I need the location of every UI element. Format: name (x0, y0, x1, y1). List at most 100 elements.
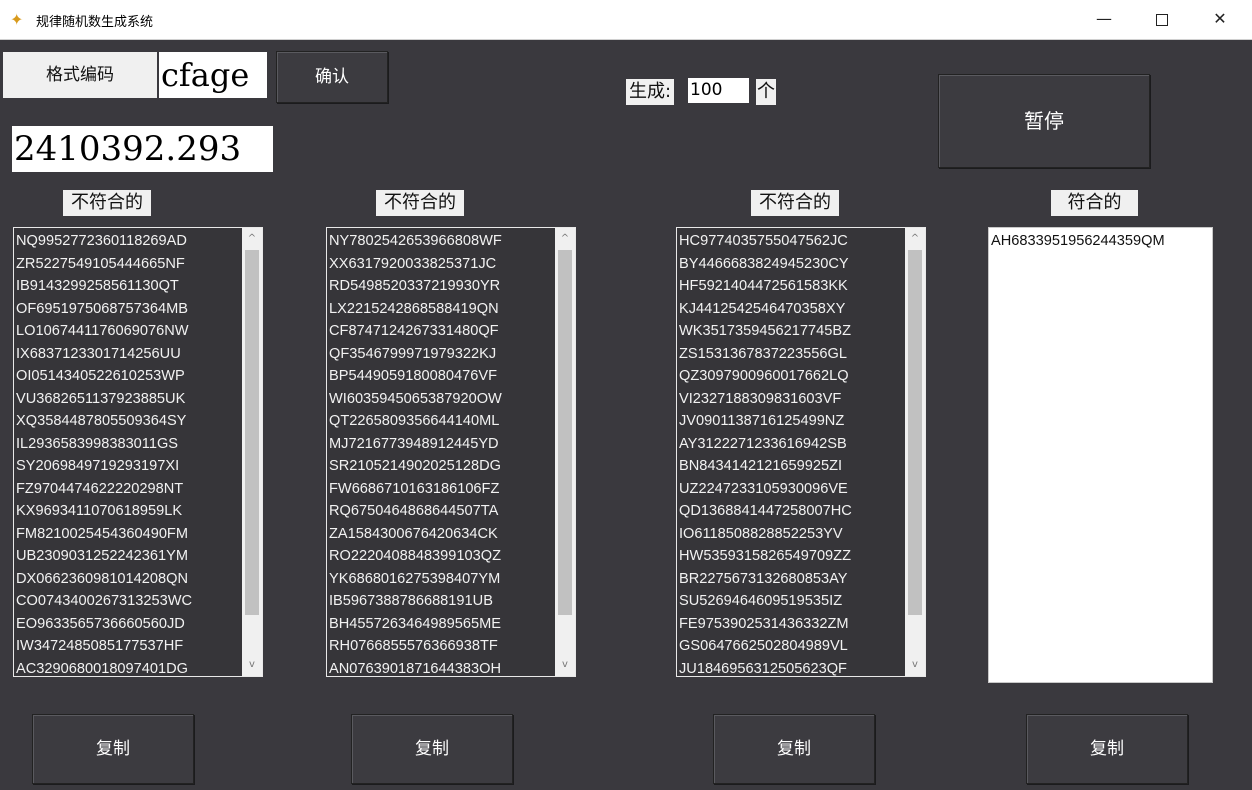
scroll-down-arrow-icon[interactable]: v (242, 656, 262, 674)
list-item[interactable]: MJ7216773948912445YD (329, 433, 555, 456)
scrollbar[interactable]: ^ v (555, 228, 575, 676)
list-item[interactable]: QF3546799971979322KJ (329, 343, 555, 366)
list-item[interactable]: GS0647662502804989VL (679, 635, 905, 658)
list-item[interactable]: SR2105214902025128DG (329, 455, 555, 478)
list-item[interactable]: FZ9704474622220298NT (16, 478, 242, 501)
list-item[interactable]: IO6118508828852253YV (679, 523, 905, 546)
generate-unit-label: 个 (756, 79, 776, 105)
list-item[interactable]: BN8434142121659925ZI (679, 455, 905, 478)
non-matching-list-1[interactable]: NQ9952772360118269AD ZR5227549105444665NF… (13, 227, 263, 677)
list-item[interactable]: WI6035945065387920OW (329, 388, 555, 411)
confirm-button[interactable]: 确认 (276, 51, 388, 103)
list-item[interactable]: FW6686710163186106FZ (329, 478, 555, 501)
list-item[interactable]: RQ6750464868644507TA (329, 500, 555, 523)
list-item[interactable]: SU5269464609519535IZ (679, 590, 905, 613)
generate-label: 生成: (626, 79, 675, 105)
scroll-down-arrow-icon[interactable]: v (555, 656, 575, 674)
non-matching-list-3[interactable]: HC9774035755047562JC BY4466683824945230CY… (676, 227, 926, 677)
list-item[interactable]: ZA1584300676420634CK (329, 523, 555, 546)
list-item[interactable]: JV0901138716125499NZ (679, 410, 905, 433)
list-item[interactable]: WK3517359456217745BZ (679, 320, 905, 343)
list-item[interactable]: BH4557263464989565ME (329, 613, 555, 636)
list-item[interactable]: QT2265809356644140ML (329, 410, 555, 433)
list-item[interactable]: HW5359315826549709ZZ (679, 545, 905, 568)
list-item[interactable]: HF5921404472561583KK (679, 275, 905, 298)
list-item[interactable]: SY2069849719293197XI (16, 455, 242, 478)
title-bar: ✦ 规律随机数生成系统 — ✕ (0, 0, 1252, 40)
list-item[interactable]: JU1846956312505623QF (679, 658, 905, 677)
list-item[interactable]: HC9774035755047562JC (679, 230, 905, 253)
list-item[interactable]: AC3290680018097401DG (16, 658, 242, 677)
maximize-button[interactable] (1133, 0, 1191, 40)
close-button[interactable]: ✕ (1191, 0, 1249, 40)
scroll-thumb[interactable] (245, 250, 259, 615)
list-item[interactable]: CF8747124267331480QF (329, 320, 555, 343)
list-item[interactable]: IX6837123301714256UU (16, 343, 242, 366)
list-item[interactable]: UZ2247233105930096VE (679, 478, 905, 501)
minimize-button[interactable]: — (1075, 0, 1133, 40)
list-item[interactable]: EO9633565736660560JD (16, 613, 242, 636)
number-display: 2410392.293 (12, 126, 273, 172)
list-item[interactable]: VI2327188309831603VF (679, 388, 905, 411)
copy-button-1[interactable]: 复制 (32, 714, 194, 784)
list-item[interactable]: RH0766855576366938TF (329, 635, 555, 658)
list-item[interactable]: RO2220408848399103QZ (329, 545, 555, 568)
list-item[interactable]: IB9143299258561130QT (16, 275, 242, 298)
non-matching-list-2[interactable]: NY7802542653966808WF XX6317920033825371JC… (326, 227, 576, 677)
list-items: NQ9952772360118269AD ZR5227549105444665NF… (16, 230, 242, 677)
scroll-up-arrow-icon[interactable]: ^ (555, 230, 575, 248)
scroll-up-arrow-icon[interactable]: ^ (242, 230, 262, 248)
list-item[interactable]: UB2309031252242361YM (16, 545, 242, 568)
list-item[interactable]: LO1067441176069076NW (16, 320, 242, 343)
pause-button[interactable]: 暂停 (938, 74, 1150, 168)
list-item[interactable]: LX2215242868588419QN (329, 298, 555, 321)
list-item[interactable]: IL2936583998383011GS (16, 433, 242, 456)
list-item[interactable]: AH6833951956244359QM (991, 230, 1192, 253)
list-item[interactable]: RD5498520337219930YR (329, 275, 555, 298)
list-items: HC9774035755047562JC BY4466683824945230CY… (679, 230, 905, 677)
list-item[interactable]: XQ3584487805509364SY (16, 410, 242, 433)
list-item[interactable]: QD1368841447258007HC (679, 500, 905, 523)
list-item[interactable]: NY7802542653966808WF (329, 230, 555, 253)
list-item[interactable]: KJ4412542546470358XY (679, 298, 905, 321)
list-items: NY7802542653966808WF XX6317920033825371JC… (329, 230, 555, 677)
list-item[interactable]: IB5967388786688191UB (329, 590, 555, 613)
list-item[interactable]: DX0662360981014208QN (16, 568, 242, 591)
matching-list[interactable]: AH6833951956244359QM (988, 227, 1213, 683)
list-item[interactable]: ZR5227549105444665NF (16, 253, 242, 276)
list-item[interactable]: AY3122271233616942SB (679, 433, 905, 456)
list-item[interactable]: BR2275673132680853AY (679, 568, 905, 591)
list-item[interactable]: BY4466683824945230CY (679, 253, 905, 276)
list-item[interactable]: OI0514340522610253WP (16, 365, 242, 388)
list-item[interactable]: VU3682651137923885UK (16, 388, 242, 411)
window-title: 规律随机数生成系统 (36, 15, 154, 30)
list-item[interactable]: BP5449059180080476VF (329, 365, 555, 388)
scroll-up-arrow-icon[interactable]: ^ (905, 230, 925, 248)
format-code-input[interactable]: cfage (159, 52, 267, 98)
list-item[interactable]: CO0743400267313253WC (16, 590, 242, 613)
scroll-down-arrow-icon[interactable]: v (905, 656, 925, 674)
scrollbar[interactable]: ^ v (905, 228, 925, 676)
matching-label: 符合的 (1051, 190, 1138, 216)
app-window: ✦ 规律随机数生成系统 — ✕ 格式编码 cfage 确认 生成: 100 个 … (0, 0, 1252, 790)
list-item[interactable]: ZS1531367837223556GL (679, 343, 905, 366)
list-item[interactable]: OF6951975068757364MB (16, 298, 242, 321)
generate-count-input[interactable]: 100 (688, 78, 749, 103)
list-item[interactable]: QZ3097900960017662LQ (679, 365, 905, 388)
list-item[interactable]: XX6317920033825371JC (329, 253, 555, 276)
scroll-thumb[interactable] (908, 250, 922, 615)
copy-button-3[interactable]: 复制 (713, 714, 875, 784)
scroll-thumb[interactable] (558, 250, 572, 615)
list-item[interactable]: FM8210025454360490FM (16, 523, 242, 546)
list-item[interactable]: AN0763901871644383OH (329, 658, 555, 677)
list-item[interactable]: NQ9952772360118269AD (16, 230, 242, 253)
list-item[interactable]: IW3472485085177537HF (16, 635, 242, 658)
scrollbar[interactable]: ^ v (242, 228, 262, 676)
pikachu-app-icon: ✦ (10, 10, 24, 29)
list-item[interactable]: YK6868016275398407YM (329, 568, 555, 591)
copy-button-2[interactable]: 复制 (351, 714, 513, 784)
list-item[interactable]: KX9693411070618959LK (16, 500, 242, 523)
copy-button-4[interactable]: 复制 (1026, 714, 1188, 784)
list-item[interactable]: FE9753902531436332ZM (679, 613, 905, 636)
list-items: AH6833951956244359QM (991, 230, 1192, 253)
